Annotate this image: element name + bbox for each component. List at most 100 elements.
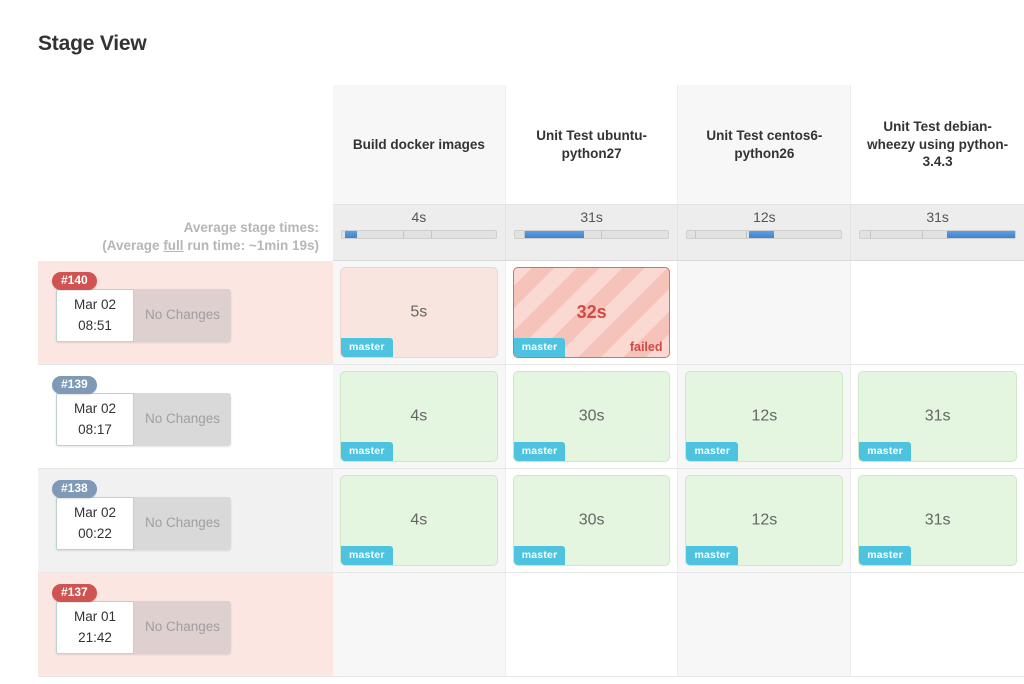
stage-cell-0-2 <box>678 261 852 365</box>
average-time-3: 31s <box>926 209 949 225</box>
average-line-1: Average stage times: <box>183 219 319 235</box>
stage-view-page: Stage View Build docker images Unit Test… <box>0 0 1024 684</box>
stage-run-time: 12s <box>751 511 778 529</box>
stage-cell-1-3[interactable]: 31s master <box>851 365 1024 469</box>
build-datetime: Mar 01 21:42 <box>56 600 134 655</box>
page-title: Stage View <box>38 32 147 55</box>
stage-run-box[interactable]: 30s master <box>512 371 671 462</box>
build-number-badge[interactable]: #140 <box>52 271 97 290</box>
build-card[interactable]: Mar 01 21:42 No Changes <box>56 600 232 655</box>
stage-run-box[interactable]: 5s master <box>339 267 498 358</box>
stage-run-box[interactable]: 12s master <box>685 475 844 566</box>
header-corner <box>38 85 333 205</box>
build-changes[interactable]: No Changes <box>134 600 232 655</box>
stage-header-0[interactable]: Build docker images <box>332 85 506 205</box>
build-changes[interactable]: No Changes <box>134 288 232 343</box>
build-date: Mar 01 <box>73 608 117 624</box>
stage-run-box <box>858 579 1017 670</box>
build-changes[interactable]: No Changes <box>134 496 232 551</box>
stage-run-box[interactable]: 31s master <box>858 475 1017 566</box>
stage-run-box <box>858 267 1017 358</box>
stage-cell-3-3 <box>851 573 1024 677</box>
stage-run-box[interactable]: 32s master failed <box>512 267 671 358</box>
build-block: #139 Mar 02 08:17 No Changes <box>52 375 232 447</box>
stage-run-time: 4s <box>410 407 428 425</box>
stage-cell-1-1[interactable]: 30s master <box>505 365 679 469</box>
build-block: #137 Mar 01 21:42 No Changes <box>52 583 232 655</box>
header-row: Build docker images Unit Test ubuntu-pyt… <box>38 85 1024 205</box>
stage-view-table: Build docker images Unit Test ubuntu-pyt… <box>38 85 1024 677</box>
stage-run-box <box>340 579 498 670</box>
average-cell-3: 31s <box>851 205 1024 261</box>
build-label-cell-1: #139 Mar 02 08:17 No Changes <box>38 365 333 469</box>
stage-cell-1-2[interactable]: 12s master <box>678 365 852 469</box>
stage-run-time: 32s <box>576 301 607 322</box>
average-line-2-prefix: (Average <box>102 237 164 253</box>
build-card[interactable]: Mar 02 08:51 No Changes <box>56 288 232 343</box>
stage-run-box <box>513 579 671 670</box>
status-badge: failed <box>629 340 663 354</box>
stage-header-2[interactable]: Unit Test centos6-python26 <box>678 85 852 205</box>
stage-run-time: 30s <box>578 511 605 529</box>
table-row: #138 Mar 02 00:22 No Changes 4s master 30s mast… <box>38 469 1024 573</box>
stage-run-box[interactable]: 4s master <box>339 475 498 566</box>
stage-run-time: 30s <box>578 407 605 425</box>
stage-cell-1-0[interactable]: 4s master <box>332 365 506 469</box>
build-time: 08:17 <box>78 421 112 437</box>
average-line-2-suffix: run time: ~1min 19s) <box>183 237 319 253</box>
stage-run-time: 31s <box>924 407 951 425</box>
stage-cell-0-3 <box>851 261 1024 365</box>
build-number-badge[interactable]: #137 <box>52 583 97 602</box>
stage-cell-3-1 <box>505 573 679 677</box>
stage-run-box[interactable]: 31s master <box>858 371 1017 462</box>
average-bar-fill-2 <box>748 231 774 238</box>
build-label-cell-3: #137 Mar 01 21:42 No Changes <box>38 573 333 677</box>
branch-badge: master <box>686 442 739 461</box>
stage-cell-3-2 <box>678 573 852 677</box>
average-time-0: 4s <box>411 209 427 225</box>
stage-header-3[interactable]: Unit Test debian-wheezy using python-3.4… <box>851 85 1024 205</box>
stage-cell-2-2[interactable]: 12s master <box>678 469 852 573</box>
average-time-2: 12s <box>753 209 776 225</box>
stage-cell-2-0[interactable]: 4s master <box>332 469 506 573</box>
build-card[interactable]: Mar 02 08:17 No Changes <box>56 392 232 447</box>
average-cell-2: 12s <box>678 205 852 261</box>
stage-run-box[interactable]: 4s master <box>339 371 498 462</box>
build-time: 21:42 <box>78 629 112 645</box>
build-block: #138 Mar 02 00:22 No Changes <box>52 479 232 551</box>
branch-badge: master <box>340 442 393 461</box>
build-number-badge[interactable]: #139 <box>52 375 97 394</box>
average-bar-0 <box>340 230 497 239</box>
stage-run-time: 5s <box>410 303 428 321</box>
build-date: Mar 02 <box>73 400 117 416</box>
build-number-badge[interactable]: #138 <box>52 479 97 498</box>
average-line-2: (Average full run time: ~1min 19s) <box>38 237 319 255</box>
stage-cell-3-0 <box>332 573 506 677</box>
average-bar-1 <box>513 230 670 239</box>
stage-cell-2-3[interactable]: 31s master <box>851 469 1024 573</box>
build-rows: #140 Mar 02 08:51 No Changes 5s master 32s mast… <box>38 261 1024 677</box>
average-bar-fill-1 <box>525 231 584 238</box>
stage-cell-0-1[interactable]: 32s master failed <box>505 261 679 365</box>
build-label-cell-0: #140 Mar 02 08:51 No Changes <box>38 261 333 365</box>
stage-run-time: 4s <box>410 511 428 529</box>
build-time: 00:22 <box>78 525 112 541</box>
average-cell-0: 4s <box>332 205 506 261</box>
branch-badge: master <box>513 442 566 461</box>
stage-cell-2-1[interactable]: 30s master <box>505 469 679 573</box>
average-bar-fill-0 <box>345 231 358 238</box>
stage-run-box[interactable]: 30s master <box>512 475 671 566</box>
stage-run-box[interactable]: 12s master <box>685 371 844 462</box>
build-changes[interactable]: No Changes <box>134 392 232 447</box>
average-bar-2 <box>686 230 843 239</box>
build-date: Mar 02 <box>73 296 117 312</box>
stage-run-box <box>685 267 843 358</box>
stage-cell-0-0[interactable]: 5s master <box>332 261 506 365</box>
stage-header-1[interactable]: Unit Test ubuntu-python27 <box>505 85 679 205</box>
branch-badge: master <box>340 338 393 357</box>
branch-badge: master <box>340 546 393 565</box>
build-datetime: Mar 02 08:51 <box>56 288 134 343</box>
table-row: #140 Mar 02 08:51 No Changes 5s master 32s mast… <box>38 261 1024 365</box>
branch-badge: master <box>686 546 739 565</box>
build-card[interactable]: Mar 02 00:22 No Changes <box>56 496 232 551</box>
